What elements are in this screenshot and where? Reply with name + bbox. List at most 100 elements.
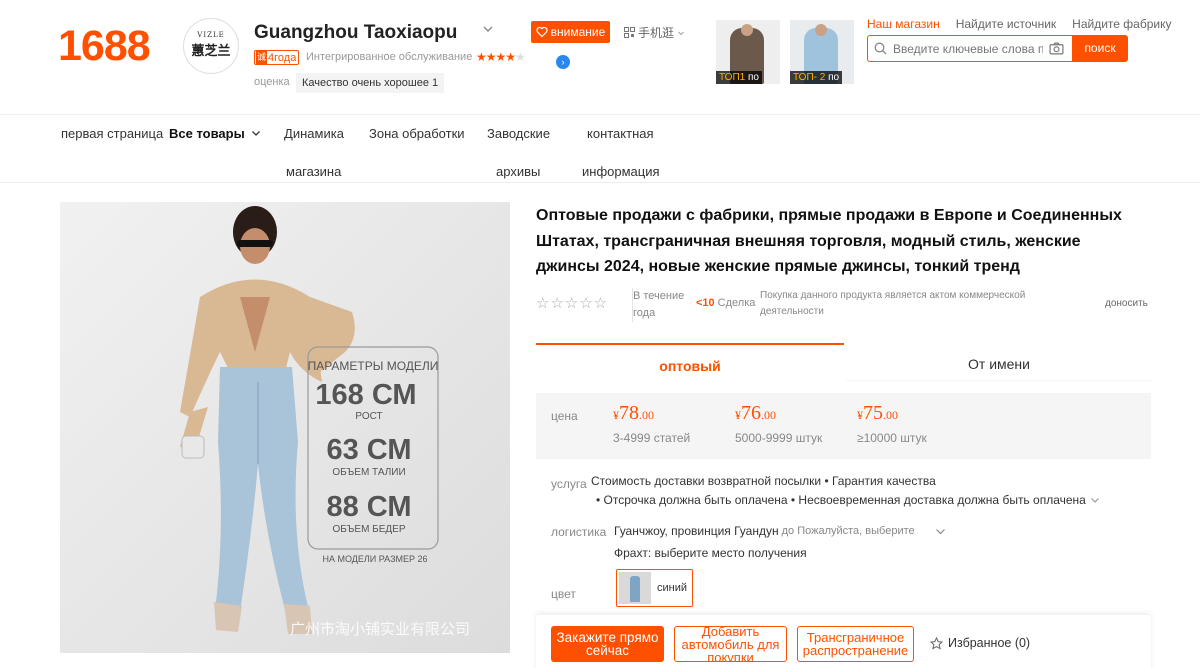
favorite-button[interactable]: Избранное (0): [930, 636, 1030, 650]
tab-dropship[interactable]: От имени: [846, 343, 1152, 381]
nav-all-goods[interactable]: Все товары: [169, 126, 261, 141]
nav-home[interactable]: первая страница: [61, 126, 163, 141]
promo-rank-label: ТОП- 2 по: [790, 71, 843, 84]
nav-all-goods-label: Все товары: [169, 126, 245, 141]
crossborder-button[interactable]: Трансграничное распространение: [797, 626, 914, 662]
price-value: ¥76.00: [735, 402, 776, 424]
service-stars: ★★★★★: [476, 50, 526, 64]
shop-avatar-name: 蕙芝兰: [191, 44, 231, 59]
chevron-down-icon[interactable]: [481, 22, 495, 36]
promo-thumb-2[interactable]: ТОП- 2 по: [790, 20, 854, 84]
nav-processing[interactable]: Зона обработки: [369, 126, 465, 141]
product-rating-stars: ☆☆☆☆☆: [536, 295, 609, 312]
poster-params-title: ПАРАМЕТРЫ МОДЕЛИ: [308, 359, 439, 373]
promo-thumb-1[interactable]: ТОП1 по: [716, 20, 780, 84]
favorite-label: Избранное (0): [948, 636, 1031, 650]
rating-value: Качество очень хорошее 1: [296, 73, 445, 93]
trust-icon: 诚: [256, 51, 268, 64]
deals-count: <10 Сделка: [696, 297, 755, 309]
poster-size-note: НА МОДЕЛИ РАЗМЕР 26: [322, 554, 427, 564]
deals-number: <10: [696, 297, 715, 309]
nav-dynamics[interactable]: Динамика: [284, 126, 344, 141]
price-label: цена: [551, 409, 578, 423]
price-quantity: 3-4999 статей: [613, 431, 691, 445]
nav-contact-line2[interactable]: информация: [582, 164, 660, 179]
poster-height: 168 СМ: [315, 379, 416, 411]
info-icon[interactable]: ›: [556, 55, 570, 69]
service-line-1: Стоимость доставки возвратной посылки • …: [591, 474, 936, 488]
chevron-down-icon: [251, 131, 260, 136]
search-input[interactable]: [893, 41, 1043, 56]
product-main-image[interactable]: ПАРАМЕТРЫ МОДЕЛИ 168 СМ РОСТ 63 СМ ОБЪЕМ…: [60, 202, 510, 653]
link-find-source[interactable]: Найдите источник: [956, 17, 1056, 31]
freight-text: Фрахт: выберите место получения: [614, 546, 807, 560]
deals-label: Сделка: [717, 297, 756, 309]
poster-watermark: 广州市淘小铺实业有限公司: [290, 620, 470, 638]
promo-image-head: [741, 24, 753, 36]
search-box: [867, 35, 1072, 62]
period-label: В течение года: [632, 288, 692, 322]
service-section-label: услуга: [551, 477, 587, 491]
order-now-button[interactable]: Закажите прямо сейчас: [551, 626, 664, 662]
years-badge: 诚 4года: [254, 50, 300, 65]
nav-divider: [0, 182, 1200, 183]
tab-wholesale[interactable]: оптовый: [536, 343, 844, 381]
mobile-shop-link[interactable]: 手机逛: [624, 24, 685, 41]
poster-waist: 63 СМ: [326, 434, 411, 466]
qr-code-icon: [624, 27, 635, 38]
chevron-down-icon: [678, 31, 684, 35]
heart-plus-icon: [536, 26, 548, 38]
logistics-to: до Пожалуйста, выберите: [781, 525, 915, 537]
logistics-route[interactable]: Гуанчжоу, провинция Гуандун до Пожалуйст…: [614, 524, 946, 538]
service-line-2-text: • Отсрочка должна быть оплачена • Несвое…: [596, 493, 1086, 507]
service-label: Интегрированное обслуживание: [306, 51, 473, 63]
add-to-cart-button[interactable]: Добавить автомобиль для покупки: [674, 626, 787, 662]
price-tier-2: ¥76.00 5000-9999 штук: [735, 402, 822, 445]
chevron-down-icon: [1090, 498, 1099, 503]
chevron-down-icon: [935, 528, 945, 534]
mobile-link-label: 手机逛: [638, 26, 675, 40]
camera-icon[interactable]: [1049, 42, 1064, 55]
poster-hip-label: ОБЪЕМ БЕДЕР: [332, 524, 405, 535]
price-quantity: 5000-9999 штук: [735, 431, 823, 445]
search-icon: [874, 42, 887, 55]
price-quantity: ≥10000 штук: [857, 431, 927, 445]
price-tier-3: ¥75.00 ≥10000 штук: [857, 402, 927, 445]
shop-avatar-brand: VIZLE: [197, 31, 225, 39]
poster-waist-label: ОБЪЕМ ТАЛИИ: [332, 467, 405, 478]
shop-avatar[interactable]: VIZLE 蕙芝兰: [183, 18, 239, 74]
service-line-2[interactable]: • Отсрочка должна быть оплачена • Несвое…: [596, 493, 1100, 507]
commercial-notice: Покупка данного продукта является актом …: [760, 290, 1026, 317]
star-icon: [930, 636, 943, 650]
color-swatch-image: [619, 572, 651, 604]
site-logo[interactable]: 1688: [58, 22, 151, 71]
logistics-label: логистика: [551, 525, 607, 539]
price-value: ¥75.00: [857, 402, 898, 424]
report-link[interactable]: доносить: [1105, 298, 1148, 309]
nav-divider: [0, 114, 1200, 115]
nav-factory-line2[interactable]: архивы: [496, 164, 540, 179]
link-our-shop[interactable]: Наш магазин: [867, 17, 940, 31]
top-links: Наш магазин Найдите источник Найдите фаб…: [867, 17, 1171, 31]
logistics-from: Гуанчжоу, провинция Гуандун: [614, 524, 779, 538]
shop-name[interactable]: Guangzhou Taoxiaopu: [254, 22, 457, 44]
follow-label: внимание: [550, 25, 606, 39]
nav-contact[interactable]: контактная: [587, 126, 654, 141]
poster-height-label: РОСТ: [355, 411, 382, 422]
link-find-factory[interactable]: Найдите фабрику: [1072, 17, 1171, 31]
promo-rank-label: ТОП1 по: [716, 71, 762, 84]
color-option-blue[interactable]: синий: [616, 569, 693, 607]
nav-dynamics-line1: Динамика: [284, 126, 344, 141]
purchase-mode-tabs: оптовый От имени: [536, 343, 1152, 381]
price-value: ¥78.00: [613, 402, 654, 424]
purchase-action-bar: Закажите прямо сейчас Добавить автомобил…: [536, 615, 1151, 668]
promo-image-head: [815, 24, 827, 36]
color-label: цвет: [551, 587, 576, 601]
color-option-name: синий: [657, 582, 688, 594]
search-button[interactable]: поиск: [1072, 35, 1128, 62]
nav-dynamics-line2[interactable]: магазина: [286, 164, 341, 179]
follow-shop-button[interactable]: внимание: [531, 21, 610, 43]
poster-hip: 88 СМ: [326, 491, 411, 523]
product-title: Оптовые продажи с фабрики, прямые продаж…: [536, 207, 1122, 275]
nav-factory[interactable]: Заводские: [487, 126, 550, 141]
